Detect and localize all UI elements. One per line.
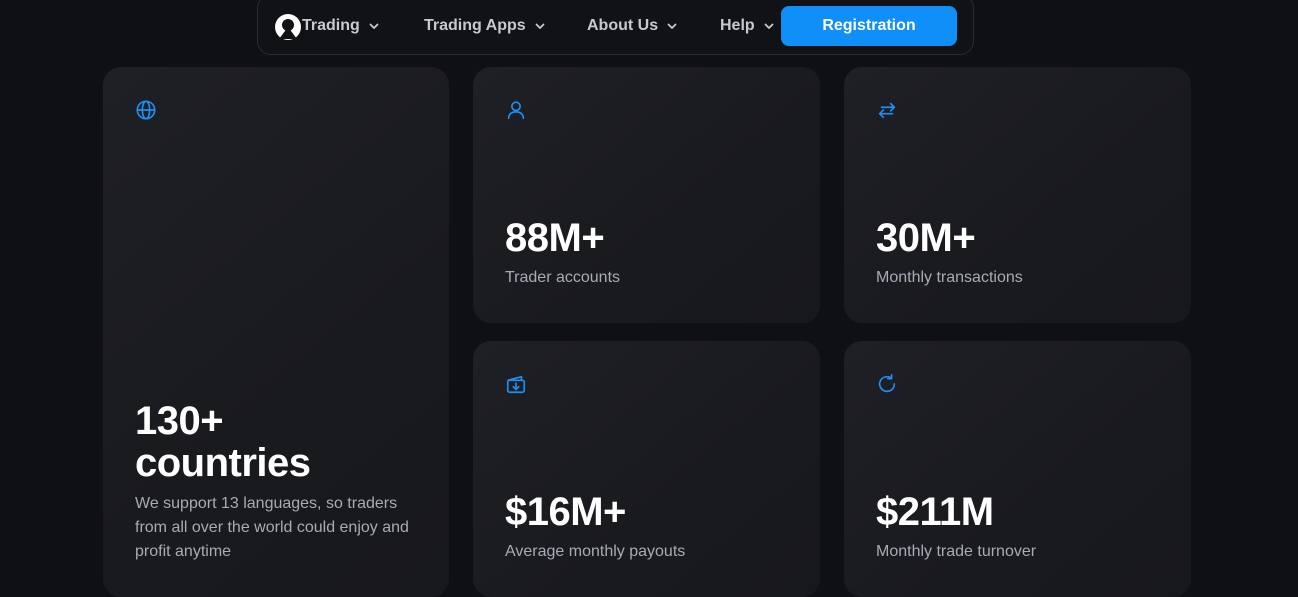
top-nav: Trading Trading Apps About Us Help Regis… bbox=[257, 0, 974, 55]
stat-label-transactions: Monthly transactions bbox=[876, 269, 1023, 286]
logo-icon[interactable] bbox=[274, 13, 302, 41]
nav-trading-label: Trading bbox=[302, 17, 360, 34]
stat-value-accounts: 88M+ bbox=[505, 216, 605, 260]
user-icon bbox=[507, 101, 525, 120]
nav-trading[interactable]: Trading bbox=[302, 17, 380, 35]
stat-label-turnover: Monthly trade turnover bbox=[876, 543, 1037, 560]
registration-button[interactable]: Registration bbox=[781, 6, 957, 46]
transfer-arrows-icon bbox=[878, 102, 896, 119]
nav-help[interactable]: Help bbox=[720, 17, 775, 35]
stat-card-accounts: 88M+ Trader accounts bbox=[473, 67, 820, 323]
stat-card-payouts: $16M+ Average monthly payouts bbox=[473, 341, 820, 597]
stat-card-transactions: 30M+ Monthly transactions bbox=[844, 67, 1191, 323]
chevron-down-icon bbox=[369, 23, 379, 29]
stat-label-accounts: Trader accounts bbox=[505, 269, 621, 286]
chevron-down-icon bbox=[535, 23, 545, 29]
wallet-download-icon bbox=[506, 375, 526, 394]
stat-value-transactions: 30M+ bbox=[876, 216, 976, 260]
nav-about-us[interactable]: About Us bbox=[587, 17, 678, 35]
chevron-down-icon bbox=[667, 23, 677, 29]
globe-icon bbox=[136, 100, 156, 120]
stat-value-countries-number: 130+ bbox=[135, 399, 224, 443]
stat-card-countries: 130+ countries We support 13 languages, … bbox=[103, 67, 449, 597]
stat-value-countries-word: countries bbox=[135, 441, 311, 485]
nav-help-label: Help bbox=[720, 17, 755, 34]
chevron-down-icon bbox=[764, 23, 774, 29]
nav-trading-apps-label: Trading Apps bbox=[424, 17, 526, 34]
refresh-icon bbox=[878, 374, 896, 393]
stat-value-turnover: $211M bbox=[876, 490, 994, 534]
stat-card-turnover: $211M Monthly trade turnover bbox=[844, 341, 1191, 597]
nav-about-us-label: About Us bbox=[587, 17, 659, 34]
stat-label-payouts: Average monthly payouts bbox=[505, 543, 686, 560]
stat-value-payouts: $16M+ bbox=[505, 490, 626, 534]
nav-trading-apps[interactable]: Trading Apps bbox=[424, 17, 546, 35]
stat-description-countries: We support 13 languages, so traders from… bbox=[135, 495, 409, 560]
